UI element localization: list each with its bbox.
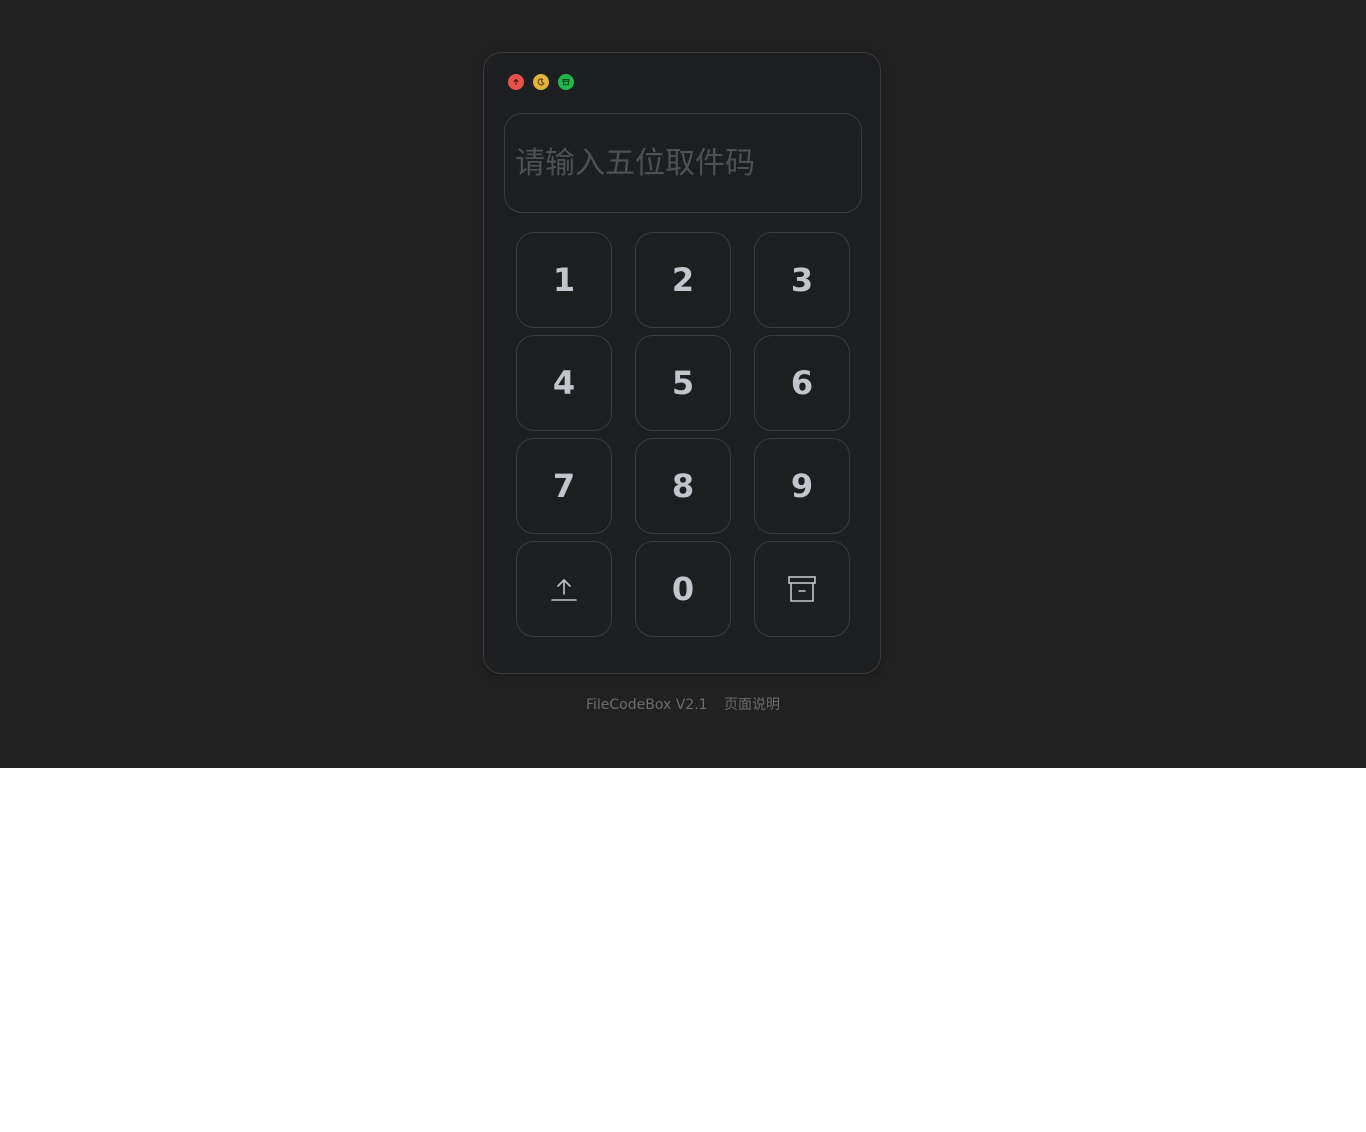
archive-icon: [562, 78, 570, 86]
key-5[interactable]: 5: [635, 335, 731, 431]
key-4[interactable]: 4: [516, 335, 612, 431]
keypad: 1 2 3 4 5 6 7 8 9 0: [516, 232, 850, 637]
window-controls: [508, 74, 574, 90]
page-background: 1 2 3 4 5 6 7 8 9 0: [0, 0, 1366, 768]
moon-icon: [537, 78, 545, 86]
key-3[interactable]: 3: [754, 232, 850, 328]
key-9[interactable]: 9: [754, 438, 850, 534]
upload-toggle-button[interactable]: [508, 74, 524, 90]
upload-button[interactable]: [516, 541, 612, 637]
key-1[interactable]: 1: [516, 232, 612, 328]
theme-toggle-button[interactable]: [533, 74, 549, 90]
pickup-card: 1 2 3 4 5 6 7 8 9 0: [483, 52, 881, 674]
key-8[interactable]: 8: [635, 438, 731, 534]
upload-icon: [513, 78, 519, 86]
footer: FileCodeBox V2.1 页面说明: [0, 694, 1366, 714]
about-link[interactable]: 页面说明: [724, 697, 780, 713]
file-box-button[interactable]: [754, 541, 850, 637]
archive-toggle-button[interactable]: [558, 74, 574, 90]
key-7[interactable]: 7: [516, 438, 612, 534]
pickup-code-input[interactable]: [504, 113, 862, 213]
key-0[interactable]: 0: [635, 541, 731, 637]
upload-icon: [551, 578, 577, 601]
archive-icon: [788, 576, 816, 602]
key-2[interactable]: 2: [635, 232, 731, 328]
key-6[interactable]: 6: [754, 335, 850, 431]
version-link[interactable]: FileCodeBox V2.1: [586, 697, 708, 713]
